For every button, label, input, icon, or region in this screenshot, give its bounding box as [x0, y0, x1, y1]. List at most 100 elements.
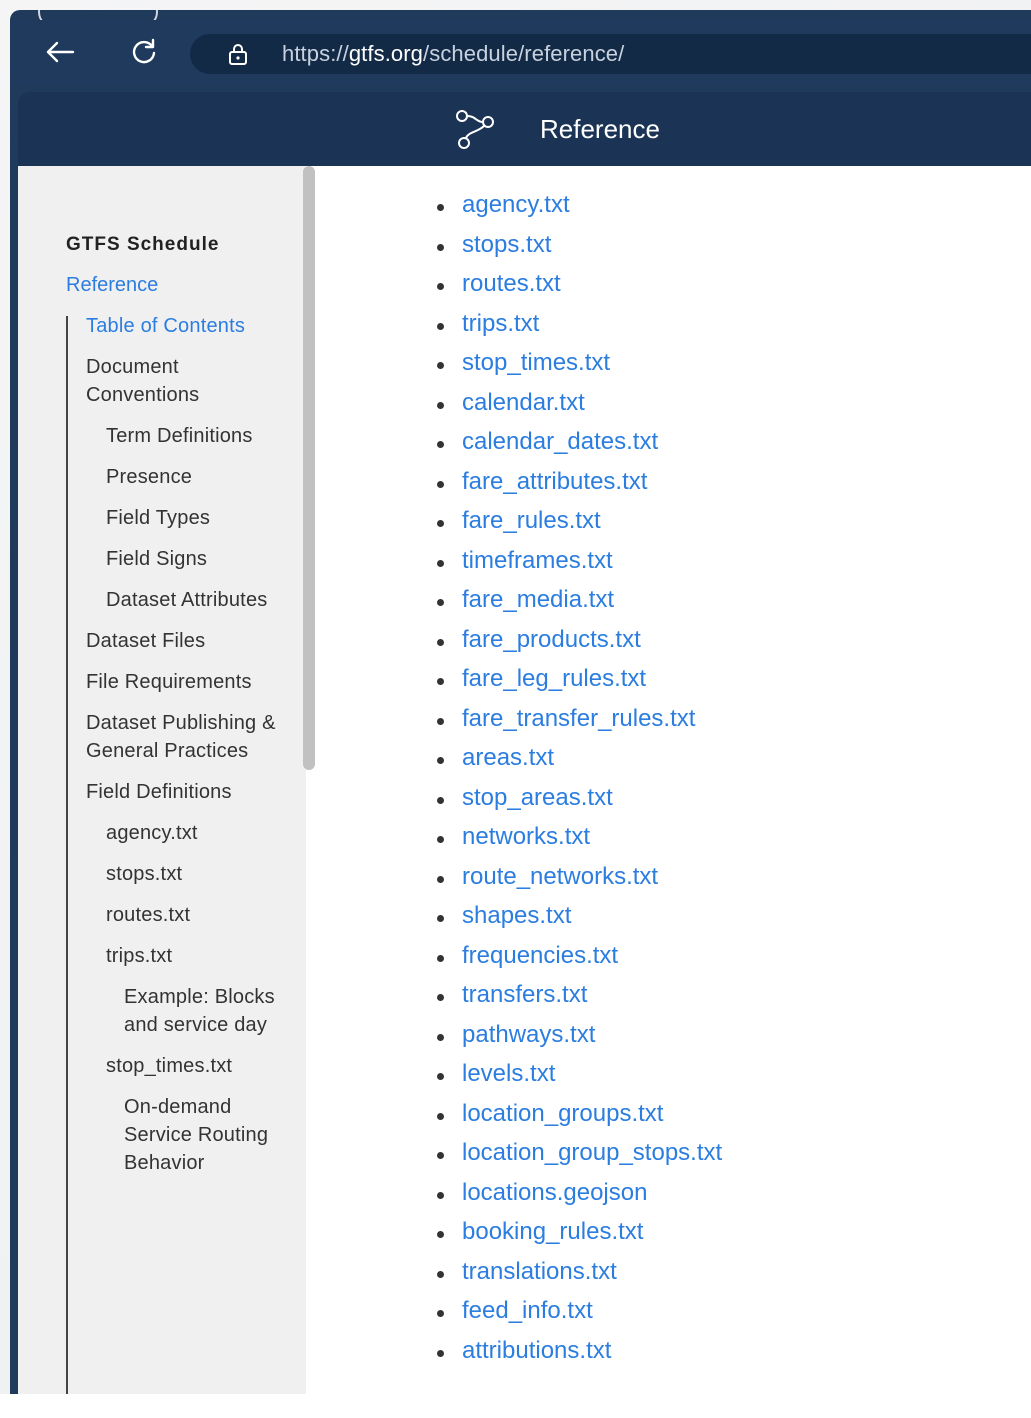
file-link[interactable]: translations.txt	[462, 1258, 617, 1285]
list-item: areas.txt	[436, 743, 722, 783]
toc-item[interactable]: Dataset Publishing & General Practices	[86, 709, 296, 765]
file-link[interactable]: fare_media.txt	[462, 586, 614, 613]
list-item: agency.txt	[436, 190, 722, 230]
arrow-left-icon	[46, 41, 75, 63]
file-link[interactable]: networks.txt	[462, 823, 590, 850]
file-link[interactable]: location_groups.txt	[462, 1100, 663, 1127]
list-item: fare_attributes.txt	[436, 467, 722, 507]
url-prefix: https://	[282, 41, 349, 66]
toc-item[interactable]: Example: Blocks and service day	[86, 983, 296, 1039]
toc-item[interactable]: routes.txt	[86, 901, 296, 929]
toc-item[interactable]: Field Signs	[86, 545, 296, 573]
file-link[interactable]: attributions.txt	[462, 1337, 611, 1364]
toc-item[interactable]: Term Definitions	[86, 422, 296, 450]
list-item: booking_rules.txt	[436, 1217, 722, 1257]
file-link[interactable]: frequencies.txt	[462, 942, 618, 969]
sidebar-link-reference[interactable]: Reference	[66, 274, 158, 297]
list-item: route_networks.txt	[436, 862, 722, 902]
file-link[interactable]: feed_info.txt	[462, 1297, 593, 1324]
toc-item[interactable]: On-demand Service Routing Behavior	[86, 1093, 296, 1177]
reload-icon	[132, 38, 156, 64]
file-link[interactable]: fare_transfer_rules.txt	[462, 705, 695, 732]
url-host: gtfs.org	[348, 41, 424, 66]
file-link[interactable]: stop_areas.txt	[462, 784, 613, 811]
list-item: location_group_stops.txt	[436, 1138, 722, 1178]
site-header: Reference	[18, 92, 1031, 166]
desktop-background: https://gtfs.org/schedule/reference/ Ref…	[0, 0, 1031, 1418]
url-text[interactable]: https://gtfs.org/schedule/reference/	[282, 41, 624, 67]
list-item: fare_products.txt	[436, 625, 722, 665]
file-link[interactable]: stops.txt	[462, 231, 551, 258]
file-link[interactable]: stop_times.txt	[462, 349, 610, 376]
sidebar: GTFS Schedule Reference Table of Content…	[18, 166, 306, 1404]
file-link[interactable]: shapes.txt	[462, 902, 571, 929]
list-item: calendar_dates.txt	[436, 427, 722, 467]
file-link[interactable]: fare_leg_rules.txt	[462, 665, 646, 692]
address-bar[interactable]: https://gtfs.org/schedule/reference/	[190, 34, 1031, 74]
file-link[interactable]: timeframes.txt	[462, 547, 613, 574]
file-link[interactable]: transfers.txt	[462, 981, 587, 1008]
content-area: GTFS Schedule Reference Table of Content…	[18, 166, 1031, 1404]
toc-item[interactable]: agency.txt	[86, 819, 296, 847]
toc-item[interactable]: stops.txt	[86, 860, 296, 888]
toc-item[interactable]: Document Conventions	[86, 353, 296, 409]
file-link[interactable]: fare_rules.txt	[462, 507, 601, 534]
gtfs-route-logo-icon[interactable]	[454, 108, 498, 150]
list-item: networks.txt	[436, 822, 722, 862]
file-link[interactable]: booking_rules.txt	[462, 1218, 643, 1245]
file-link[interactable]: calendar_dates.txt	[462, 428, 658, 455]
file-link[interactable]: locations.geojson	[462, 1179, 647, 1206]
sidebar-heading: GTFS Schedule	[66, 234, 220, 255]
list-item: translations.txt	[436, 1257, 722, 1297]
file-link[interactable]: trips.txt	[462, 310, 539, 337]
list-item: fare_media.txt	[436, 585, 722, 625]
toc-item[interactable]: trips.txt	[86, 942, 296, 970]
list-item: shapes.txt	[436, 901, 722, 941]
list-item: fare_leg_rules.txt	[436, 664, 722, 704]
file-link[interactable]: routes.txt	[462, 270, 561, 297]
file-link[interactable]: calendar.txt	[462, 389, 585, 416]
list-item: trips.txt	[436, 309, 722, 349]
toc-item[interactable]: Dataset Files	[86, 627, 296, 655]
reload-button[interactable]	[126, 34, 162, 70]
list-item: stop_areas.txt	[436, 783, 722, 823]
list-item: fare_rules.txt	[436, 506, 722, 546]
toc-item[interactable]: stop_times.txt	[86, 1052, 296, 1080]
list-item: attributions.txt	[436, 1336, 722, 1376]
list-item: timeframes.txt	[436, 546, 722, 586]
file-link[interactable]: areas.txt	[462, 744, 554, 771]
list-item: routes.txt	[436, 269, 722, 309]
list-item: locations.geojson	[436, 1178, 722, 1218]
list-item: stops.txt	[436, 230, 722, 270]
toc-item[interactable]: Dataset Attributes	[86, 586, 296, 614]
browser-toolbar: https://gtfs.org/schedule/reference/	[10, 20, 1031, 84]
lock-icon[interactable]	[226, 42, 250, 66]
list-item: location_groups.txt	[436, 1099, 722, 1139]
toc-item[interactable]: Presence	[86, 463, 296, 491]
toc-item[interactable]: File Requirements	[86, 668, 296, 696]
file-link[interactable]: agency.txt	[462, 191, 570, 218]
url-path: /schedule/reference/	[423, 41, 625, 66]
file-list: agency.txt stops.txt routes.txt trips.txt st…	[428, 190, 722, 1375]
sidebar-scrollbar[interactable]	[303, 166, 315, 770]
bottom-strip	[0, 1394, 1031, 1418]
toc-divider	[66, 316, 68, 1404]
list-item: calendar.txt	[436, 388, 722, 428]
browser-window: https://gtfs.org/schedule/reference/ Ref…	[10, 10, 1031, 1412]
table-of-contents: Table of Contents Document Conventions Ter…	[86, 312, 296, 1190]
file-link[interactable]: pathways.txt	[462, 1021, 595, 1048]
toc-item[interactable]: Field Types	[86, 504, 296, 532]
file-link[interactable]: fare_products.txt	[462, 626, 641, 653]
list-item: stop_times.txt	[436, 348, 722, 388]
toc-item[interactable]: Field Definitions	[86, 778, 296, 806]
list-item: feed_info.txt	[436, 1296, 722, 1336]
back-button[interactable]	[42, 34, 78, 70]
list-item: fare_transfer_rules.txt	[436, 704, 722, 744]
main-content: agency.txt stops.txt routes.txt trips.txt st…	[316, 166, 1031, 1404]
file-link[interactable]: fare_attributes.txt	[462, 468, 647, 495]
file-link[interactable]: location_group_stops.txt	[462, 1139, 722, 1166]
list-item: levels.txt	[436, 1059, 722, 1099]
file-link[interactable]: route_networks.txt	[462, 863, 658, 890]
toc-item[interactable]: Table of Contents	[86, 312, 296, 340]
file-link[interactable]: levels.txt	[462, 1060, 555, 1087]
